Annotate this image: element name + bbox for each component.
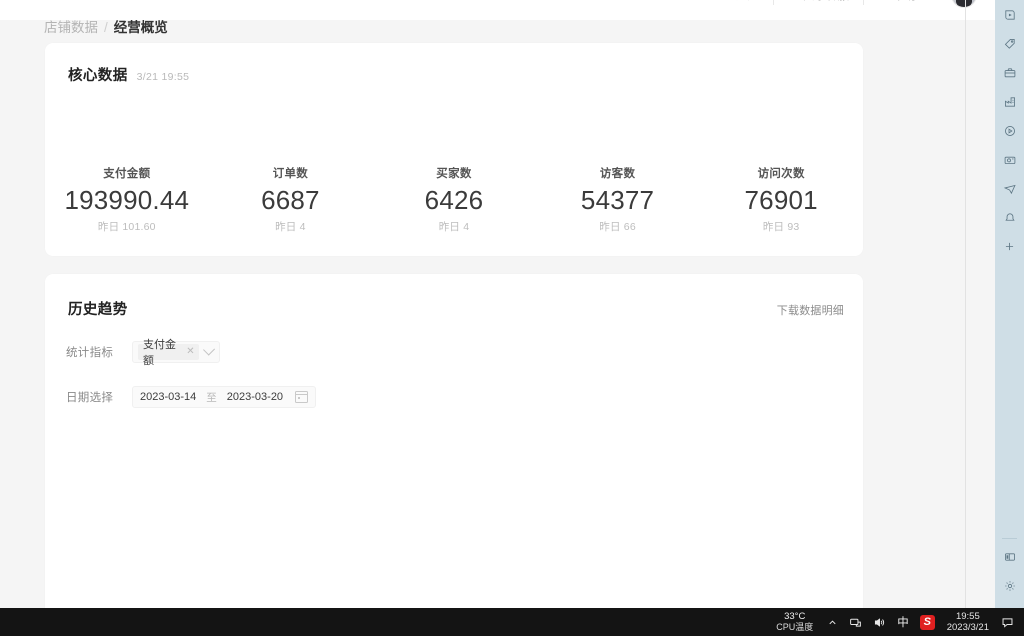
metric-tag: 支付金额 ✕ [138,344,199,360]
metric-subvalue: 昨日 4 [209,220,373,234]
clock-date: 2023/3/21 [947,622,989,633]
metric-item: 访问次数 76901 昨日 93 [699,167,863,234]
metric-filter-row: 统计指标 支付金额 ✕ [66,341,220,363]
metric-label: 支付金额 [45,167,209,181]
trend-title: 历史趋势 [68,298,128,319]
page-title: 核心数据 [68,64,128,85]
factory-icon[interactable] [995,87,1024,116]
date-end-input[interactable]: 2023-03-20 [227,391,283,403]
metric-label: 访问次数 [699,167,863,181]
panel-toggle-icon[interactable] [995,542,1024,571]
screen-root: 通知 买家客服 [0,0,1024,636]
clock-time: 19:55 [947,611,989,622]
header-action-help[interactable]: 帮助 [863,0,943,3]
volume-icon[interactable] [873,616,886,629]
header-action-label: 帮助 [893,0,916,3]
gear-icon[interactable] [995,571,1024,600]
metric-value: 6687 [209,183,373,217]
app-badge-icon[interactable]: S [920,615,935,630]
system-tray: 中 S [827,614,935,630]
paper-plane-icon[interactable] [995,174,1024,203]
play-badge-icon[interactable] [995,0,1024,29]
header-action-label: 通知 [736,0,759,3]
metric-subvalue: 昨日 101.60 [45,220,209,234]
metric-subvalue: 昨日 66 [536,220,700,234]
metric-value: 54377 [536,183,700,217]
date-range-picker[interactable]: 2023-03-14 至 2023-03-20 [132,386,316,408]
metric-tag-label: 支付金额 [143,336,182,368]
metric-value: 76901 [699,183,863,217]
right-sidebar [995,0,1024,608]
metric-label: 订单数 [209,167,373,181]
bell-icon[interactable] [995,203,1024,232]
header-action-notification[interactable]: 通知 [706,0,773,3]
metric-label: 访客数 [536,167,700,181]
tag-icon[interactable] [995,29,1024,58]
core-data-timestamp: 3/21 19:55 [137,71,190,83]
metric-select[interactable]: 支付金额 ✕ [132,341,220,363]
date-range-separator: 至 [206,390,217,405]
taskbar-clock[interactable]: 19:55 2023/3/21 [947,611,989,633]
bell-icon [720,0,732,1]
camera-icon[interactable] [995,145,1024,174]
metric-subvalue: 昨日 93 [699,220,863,234]
download-data-link[interactable]: 下载数据明细 [777,302,844,318]
help-circle-icon [877,0,889,1]
breadcrumb-current: 经营概览 [114,16,168,36]
sidebar-divider [1002,538,1017,539]
metric-label: 买家数 [372,167,536,181]
plus-icon[interactable] [995,232,1024,261]
date-start-input[interactable]: 2023-03-14 [140,391,196,403]
briefcase-icon[interactable] [995,58,1024,87]
metric-item: 买家数 6426 昨日 4 [372,167,536,234]
network-icon[interactable] [849,616,862,629]
header-action-label: 买家客服 [803,0,849,3]
content-right-edge [965,0,966,608]
date-filter-label: 日期选择 [66,389,124,405]
core-data-card: 核心数据 3/21 19:55 支付金额 193990.44 昨日 101.60… [45,43,863,256]
header-action-customer-service[interactable]: 买家客服 [773,0,863,3]
shield-play-icon[interactable] [995,116,1024,145]
close-icon[interactable]: ✕ [186,347,194,357]
chevron-up-icon[interactable] [827,617,838,628]
notification-icon[interactable] [1001,616,1014,629]
history-trend-card: 历史趋势 下载数据明细 3,000 2,500 2,000 1,500 1,00… [45,274,863,608]
cpu-temp-value: 33°C [776,611,813,622]
breadcrumb-separator: / [104,20,108,35]
windows-taskbar: 33°C CPU温度 中 S [0,608,1024,636]
calendar-icon[interactable] [295,391,308,403]
metrics-row: 支付金额 193990.44 昨日 101.60 订单数 6687 昨日 4 买… [45,167,863,234]
metric-filter-label: 统计指标 [66,344,124,360]
ime-indicator[interactable]: 中 [897,614,909,630]
metric-item: 支付金额 193990.44 昨日 101.60 [45,167,209,234]
chevron-down-icon[interactable] [203,343,215,355]
metric-value: 193990.44 [45,183,209,217]
avatar[interactable] [951,0,977,8]
app-content-area: 通知 买家客服 [0,0,995,608]
metric-subvalue: 昨日 4 [372,220,536,234]
breadcrumb-parent[interactable]: 店铺数据 [44,16,98,36]
date-filter-row: 日期选择 2023-03-14 至 2023-03-20 [66,386,316,408]
metric-value: 6426 [372,183,536,217]
cpu-temp-label: CPU温度 [776,622,813,633]
header-actions: 通知 买家客服 [706,0,977,8]
headset-icon [787,0,799,1]
core-data-title-row: 核心数据 3/21 19:55 [68,64,189,85]
breadcrumb: 店铺数据 / 经营概览 [44,16,168,36]
metric-item: 订单数 6687 昨日 4 [209,167,373,234]
cpu-temperature-widget[interactable]: 33°C CPU温度 [776,611,813,633]
metric-item: 访客数 54377 昨日 66 [536,167,700,234]
